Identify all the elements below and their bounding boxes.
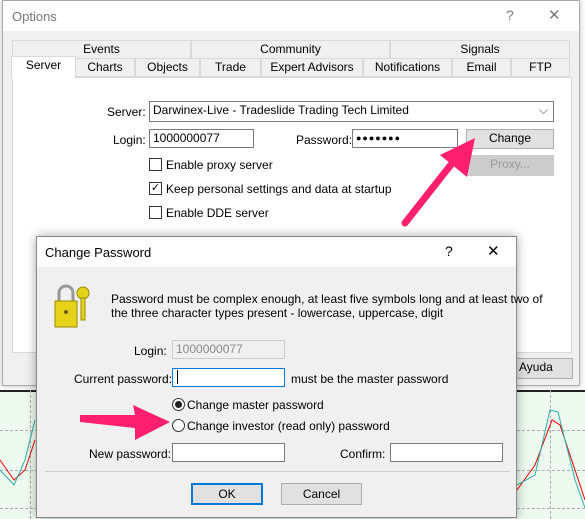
annotation-arrow [80,405,170,440]
close-button[interactable]: ✕ [548,6,561,24]
tab-server[interactable]: Server [11,56,76,78]
password-rules-line1: Password must be complex enough, at leas… [111,292,543,306]
tab-charts[interactable]: Charts [75,58,135,77]
new-password-input[interactable] [172,443,285,462]
change-password-dialog: Change Password ? ✕ Password must be com… [36,236,543,518]
current-password-label: Current password: [74,372,173,386]
change-master-label: Change master password [187,398,324,412]
keep-settings-checkbox[interactable]: ✓ [149,182,162,195]
ok-button[interactable]: OK [191,483,263,505]
tab-trade[interactable]: Trade [200,58,261,77]
enable-dde-checkbox[interactable] [149,206,162,219]
dialog-help-button[interactable]: ? [445,243,453,259]
dialog-login-label: Login: [134,344,167,358]
dialog-title: Change Password [45,245,152,260]
password-rules-line2: the three character types present - lowe… [111,306,444,320]
current-password-input[interactable] [172,368,285,387]
lock-keys-icon [54,284,90,328]
login-input[interactable]: 1000000077 [149,129,254,148]
tab-expert-advisors[interactable]: Expert Advisors [261,58,363,77]
annotation-arrow [401,138,475,227]
dialog-login-field: 1000000077 [172,340,285,359]
tab-email[interactable]: Email [452,58,511,77]
tab-objects[interactable]: Objects [135,58,200,77]
login-label: Login: [113,133,146,147]
cancel-button[interactable]: Cancel [281,483,362,505]
enable-proxy-checkbox[interactable] [149,158,162,171]
tab-notifications[interactable]: Notifications [363,58,452,77]
server-value: Darwinex-Live - Tradeslide Trading Tech … [153,103,409,117]
server-dropdown[interactable]: Darwinex-Live - Tradeslide Trading Tech … [149,101,554,122]
tab-signals[interactable]: Signals [390,40,570,59]
help-button[interactable]: ? [506,7,514,23]
server-label: Server: [107,105,146,119]
chevron-down-icon: ⌵ [538,103,548,117]
options-title: Options [12,9,57,24]
password-label: Password: [296,133,353,147]
keep-settings-label: Keep personal settings and data at start… [166,182,392,196]
dialog-separator [45,471,510,472]
enable-dde-label: Enable DDE server [166,206,269,220]
tab-ftp[interactable]: FTP [511,58,570,77]
options-titlebar: Options ? ✕ [3,1,579,31]
new-password-label: New password: [89,447,172,461]
dialog-close-button[interactable]: ✕ [487,242,500,260]
confirm-label: Confirm: [340,447,386,461]
current-password-hint: must be the master password [291,372,449,386]
enable-proxy-label: Enable proxy server [166,158,273,172]
change-investor-label: Change investor (read only) password [187,419,390,433]
confirm-password-input[interactable] [390,443,503,462]
dialog-titlebar: Change Password ? ✕ [37,237,516,267]
tab-community[interactable]: Community [191,40,390,59]
